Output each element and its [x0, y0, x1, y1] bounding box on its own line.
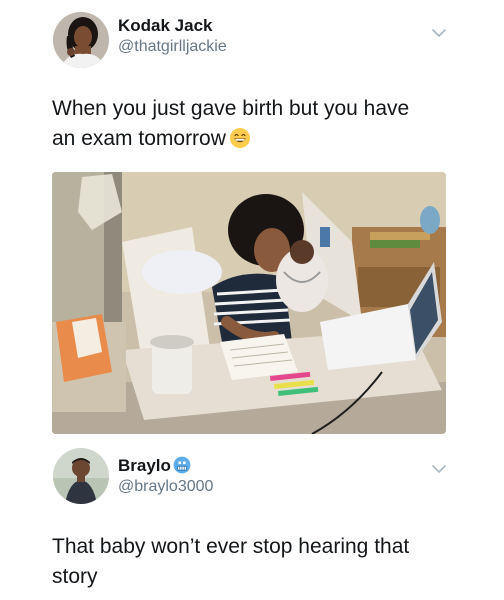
reply-text-line-1: That baby won’t ever stop hearing that — [52, 535, 410, 558]
author-display-name[interactable]: Kodak Jack — [118, 16, 213, 36]
main-tweet: Kodak Jack @thatgirlljackie When you jus… — [0, 0, 504, 448]
grinning-face-icon — [229, 127, 251, 149]
author-avatar[interactable] — [53, 12, 109, 68]
reply-display-name-text[interactable]: Braylo — [118, 456, 171, 475]
tweet-text-line-2-words: an exam tomorrow — [52, 127, 226, 150]
reply-display-name[interactable]: Braylo — [118, 456, 191, 476]
tweet-text-line-2: an exam tomorrow — [52, 124, 472, 154]
cold-face-icon — [173, 456, 191, 474]
chevron-down-icon[interactable] — [430, 24, 448, 42]
tweet-photo[interactable] — [52, 172, 446, 434]
author-handle[interactable]: @thatgirlljackie — [118, 38, 227, 56]
tweet-text: When you just gave birth but you have an… — [52, 94, 472, 154]
reply-tweet: Braylo @braylo3000 That baby won’t ever … — [0, 448, 504, 600]
chevron-down-icon[interactable] — [430, 460, 448, 478]
reply-handle[interactable]: @braylo3000 — [118, 478, 213, 496]
reply-avatar[interactable] — [53, 448, 109, 504]
reply-text-line-2: story — [52, 565, 98, 588]
tweet-text-line-1: When you just gave birth but you have — [52, 97, 410, 120]
reply-text: That baby won’t ever stop hearing that s… — [52, 532, 482, 592]
